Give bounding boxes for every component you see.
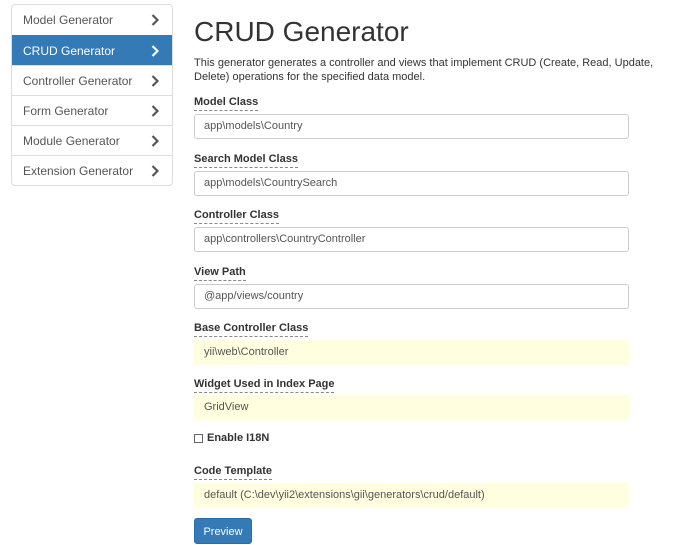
view-path-label: View Path <box>194 266 246 281</box>
preview-button[interactable]: Preview <box>194 518 252 544</box>
base-controller-class-label: Base Controller Class <box>194 322 309 337</box>
sidebar-item-module-generator[interactable]: Module Generator <box>12 125 172 155</box>
sidebar-item-form-generator[interactable]: Form Generator <box>12 95 172 125</box>
chevron-right-icon <box>151 14 159 26</box>
checkbox-unchecked-icon[interactable] <box>194 433 203 443</box>
model-class-label: Model Class <box>194 96 259 111</box>
view-path-input[interactable]: @app/views/country <box>194 284 629 309</box>
enable-i18n-row[interactable]: Enable I18N <box>194 432 269 444</box>
model-class-input[interactable]: app\models\Country <box>194 114 629 139</box>
sidebar-item-label: Controller Generator <box>23 73 133 88</box>
widget-index-label: Widget Used in Index Page <box>194 378 335 393</box>
code-template-select[interactable]: default (C:\dev\yii2\extensions\gii\gene… <box>194 483 629 508</box>
controller-class-label: Controller Class <box>194 209 279 224</box>
chevron-right-icon <box>151 44 159 57</box>
search-model-class-input[interactable]: app\models\CountrySearch <box>194 171 629 196</box>
sidebar-item-label: Model Generator <box>23 13 114 27</box>
code-template-label: Code Template <box>194 465 273 480</box>
chevron-right-icon <box>151 74 159 87</box>
page-title: CRUD Generator <box>194 16 409 47</box>
sidebar-item-label: Module Generator <box>23 133 120 148</box>
generator-sidebar: Model Generator CRUD Generator Controlle… <box>11 4 173 186</box>
sidebar-item-model-generator[interactable]: Model Generator <box>12 5 172 35</box>
sidebar-item-label: Form Generator <box>23 103 109 118</box>
widget-index-input[interactable]: GridView <box>194 395 629 420</box>
chevron-right-icon <box>151 134 159 147</box>
controller-class-input[interactable]: app\controllers\CountryController <box>194 227 629 252</box>
sidebar-item-crud-generator[interactable]: CRUD Generator <box>12 35 172 65</box>
page-description: This generator generates a controller an… <box>194 57 654 83</box>
search-model-class-label: Search Model Class <box>194 153 298 168</box>
base-controller-class-input[interactable]: yii\web\Controller <box>194 340 629 365</box>
enable-i18n-label[interactable]: Enable I18N <box>207 432 269 444</box>
chevron-right-icon <box>151 164 159 177</box>
sidebar-item-label: Extension Generator <box>23 163 134 178</box>
sidebar-item-label: CRUD Generator <box>23 43 116 58</box>
chevron-right-icon <box>151 104 159 117</box>
sidebar-item-extension-generator[interactable]: Extension Generator <box>12 155 172 185</box>
sidebar-item-controller-generator[interactable]: Controller Generator <box>12 65 172 95</box>
